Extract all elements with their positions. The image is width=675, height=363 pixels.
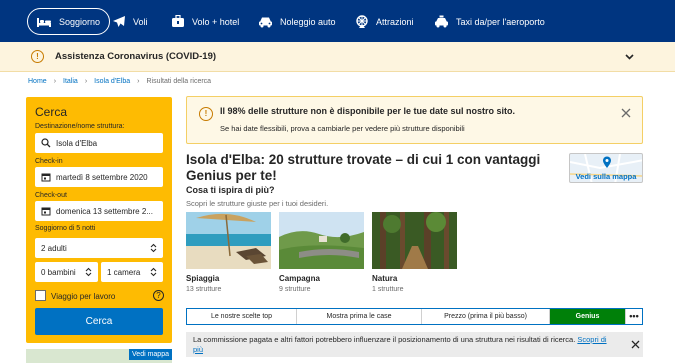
checkout-value: domenica 13 settembre 2...	[56, 206, 153, 216]
sort-genius[interactable]: Genius	[550, 309, 626, 324]
calendar-icon	[41, 207, 51, 216]
select-arrows-icon	[85, 267, 92, 277]
breadcrumb-home[interactable]: Home	[28, 78, 47, 85]
top-navigation: Soggiorno Voli Volo + hotel Noleggio aut…	[0, 0, 675, 42]
close-icon[interactable]	[621, 108, 631, 118]
alert-title: Il 98% delle strutture non è disponibile…	[220, 106, 516, 116]
close-icon[interactable]	[631, 340, 640, 349]
forest-photo	[372, 212, 457, 269]
checkin-label: Check-in	[35, 158, 63, 165]
sort-lowest-price[interactable]: Prezzo (prima il più basso)	[422, 309, 550, 324]
theme-card-countryside[interactable]: Campagna 9 strutture	[279, 212, 364, 293]
disclaimer-text: La commissione pagata e altri fattori po…	[193, 335, 576, 344]
tab-label: Attrazioni	[376, 16, 414, 27]
breadcrumb-separator: ›	[137, 78, 140, 85]
suitcase-icon	[172, 15, 184, 27]
taxi-icon	[435, 15, 448, 28]
destination-label: Destinazione/nome struttura:	[35, 123, 125, 130]
disclaimer-text-block: La commissione pagata e altri fattori po…	[193, 335, 613, 354]
covid-banner[interactable]: ! Assistenza Coronavirus (COVID-19)	[0, 42, 675, 72]
ranking-disclaimer: La commissione pagata e altri fattori po…	[186, 332, 643, 357]
stay-length: Soggiorno di 5 notti	[35, 225, 96, 232]
tab-label: Volo + hotel	[192, 16, 240, 27]
card-title: Spiaggia	[186, 274, 220, 283]
tab-attractions[interactable]: Attrazioni	[355, 8, 414, 35]
card-count: 1 strutture	[372, 286, 404, 293]
tab-car-rental[interactable]: Noleggio auto	[258, 8, 336, 35]
map-thumbnail-label: Vedi mappa	[129, 349, 172, 360]
availability-alert: ! Il 98% delle strutture non è disponibi…	[186, 96, 643, 144]
search-panel-title: Cerca	[35, 105, 68, 119]
breadcrumb-separator: ›	[53, 78, 57, 85]
countryside-photo	[279, 212, 364, 269]
adults-value: 2 adulti	[41, 243, 67, 253]
map-thumbnail[interactable]: Vedi mappa	[26, 349, 172, 363]
tab-label: Voli	[133, 16, 148, 27]
rooms-value: 1 camera	[107, 267, 141, 277]
business-trip-label: Viaggio per lavoro	[51, 292, 116, 301]
help-icon[interactable]: ?	[153, 290, 164, 301]
card-count: 9 strutture	[279, 286, 311, 293]
destination-value: Isola d'Elba	[56, 138, 98, 148]
calendar-icon	[41, 173, 51, 182]
chevron-down-icon[interactable]	[624, 51, 635, 62]
alert-body: Se hai date flessibili, prova a cambiarl…	[220, 124, 465, 133]
inspire-title: Cosa ti ispira di più?	[186, 185, 275, 195]
breadcrumb-current: Risultati della ricerca	[146, 78, 212, 85]
sort-more-button[interactable]: •••	[626, 309, 642, 324]
search-button[interactable]: Cerca	[35, 308, 163, 335]
card-title: Natura	[372, 274, 398, 283]
bed-icon	[37, 17, 51, 27]
search-icon	[41, 138, 51, 148]
info-icon: !	[31, 50, 44, 63]
tab-airport-taxi[interactable]: Taxi da/per l'aeroporto	[434, 8, 545, 35]
checkin-date-field[interactable]: martedì 8 settembre 2020	[35, 167, 163, 187]
select-arrows-icon	[150, 267, 157, 277]
breadcrumb-country[interactable]: Italia	[63, 78, 78, 85]
map-pin-icon	[603, 156, 611, 168]
card-count: 13 strutture	[186, 286, 222, 293]
search-panel: Cerca Destinazione/nome struttura: Isola…	[26, 97, 172, 343]
card-title: Campagna	[279, 274, 320, 283]
breadcrumb-separator: ›	[84, 78, 88, 85]
checkin-value: martedì 8 settembre 2020	[56, 172, 148, 182]
rooms-select[interactable]: 1 camera	[101, 262, 163, 282]
tab-label: Soggiorno	[59, 16, 101, 27]
business-trip-checkbox[interactable]	[35, 290, 46, 301]
sort-bar: Le nostre scelte top Mostra prima le cas…	[186, 308, 643, 325]
destination-input[interactable]: Isola d'Elba	[35, 133, 163, 153]
show-on-map-button[interactable]: Vedi sulla mappa	[569, 153, 643, 183]
tab-flight-hotel[interactable]: Volo + hotel	[171, 8, 239, 35]
results-headline: Isola d'Elba: 20 strutture trovate – di …	[186, 152, 541, 183]
select-arrows-icon	[150, 243, 157, 253]
covid-banner-text: Assistenza Coronavirus (COVID-19)	[55, 51, 217, 62]
children-select[interactable]: 0 bambini	[35, 262, 98, 282]
tab-label: Taxi da/per l'aeroporto	[456, 16, 545, 27]
inspire-subtitle: Scopri le strutture giuste per i tuoi de…	[186, 199, 329, 208]
sort-homes-first[interactable]: Mostra prima le case	[297, 309, 422, 324]
tab-label: Noleggio auto	[280, 16, 336, 27]
tab-flights[interactable]: Voli	[112, 8, 148, 35]
car-icon	[259, 17, 272, 27]
theme-card-nature[interactable]: Natura 1 strutture	[372, 212, 457, 293]
breadcrumb-region[interactable]: Isola d'Elba	[94, 78, 130, 85]
theme-card-beach[interactable]: Spiaggia 13 strutture	[186, 212, 271, 293]
checkout-date-field[interactable]: domenica 13 settembre 2...	[35, 201, 163, 221]
adults-select[interactable]: 2 adulti	[35, 238, 163, 258]
warning-icon: !	[199, 107, 213, 121]
checkout-label: Check-out	[35, 192, 67, 199]
show-on-map-label: Vedi sulla mappa	[575, 172, 637, 181]
tab-stays[interactable]: Soggiorno	[27, 8, 111, 35]
breadcrumb: Home › Italia › Isola d'Elba › Risultati…	[28, 78, 211, 85]
attractions-icon	[356, 14, 368, 28]
sort-top-picks[interactable]: Le nostre scelte top	[187, 309, 297, 324]
beach-photo	[186, 212, 271, 269]
plane-icon	[113, 15, 125, 27]
children-value: 0 bambini	[41, 267, 76, 277]
